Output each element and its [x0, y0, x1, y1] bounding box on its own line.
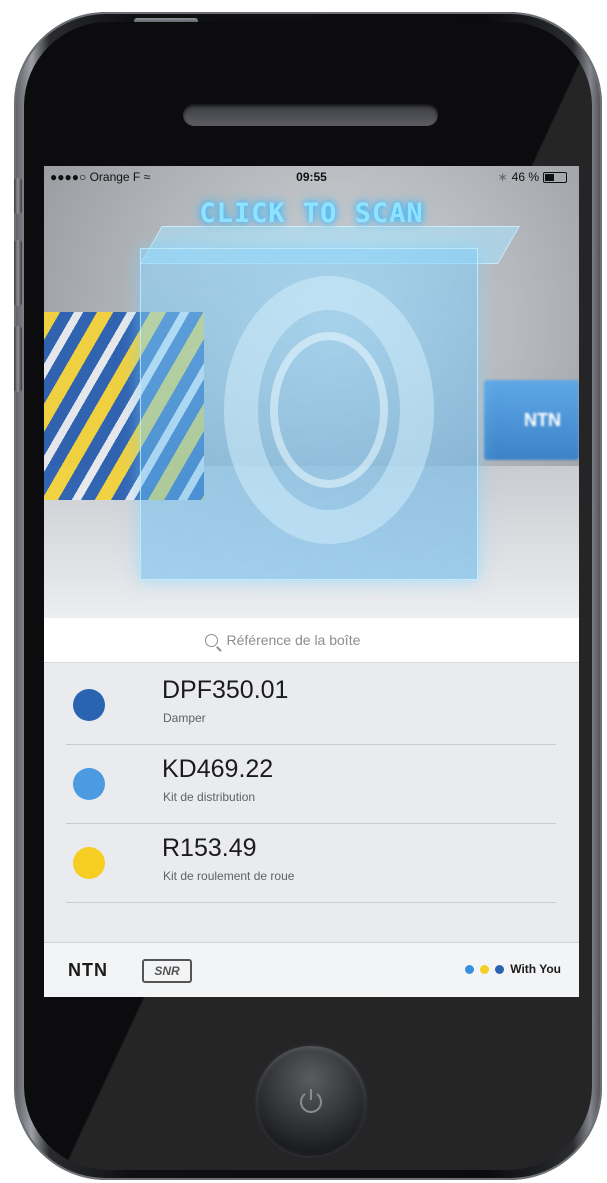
power-icon [300, 1089, 322, 1113]
ntn-box-label: NTN [524, 410, 561, 430]
list-item[interactable]: DPF350.01 Damper [66, 666, 556, 745]
tagline-dot-icon [465, 964, 475, 974]
bearing-ring-inner [270, 332, 388, 488]
snr-logo: SNR [142, 959, 192, 983]
battery-percent: 46 % [511, 170, 539, 184]
list-item[interactable]: KD469.22 Kit de distribution [66, 745, 556, 824]
volume-down-button [14, 326, 22, 392]
app-screen: NTN CLICK TO SCAN ●●●●○ Orange F ≈ 09:55… [44, 166, 579, 997]
mute-switch [14, 178, 22, 214]
item-description: Damper [163, 711, 206, 725]
item-reference: KD469.22 [162, 755, 274, 783]
item-color-dot [73, 768, 105, 800]
battery-fill [545, 173, 554, 181]
earpiece-speaker [183, 104, 438, 126]
scan-hero[interactable]: NTN CLICK TO SCAN [44, 166, 579, 618]
bluetooth-icon: ∗ [497, 170, 508, 184]
search-input[interactable] [224, 631, 419, 649]
with-you-tagline: With You [465, 962, 561, 976]
battery-status: ∗ 46 % [498, 170, 567, 184]
ntn-logo: NTN [68, 960, 108, 980]
status-bar: ●●●●○ Orange F ≈ 09:55 ∗ 46 % [44, 166, 579, 188]
tagline-dot-icon [480, 964, 490, 974]
click-to-scan-button[interactable]: CLICK TO SCAN [44, 198, 579, 229]
volume-up-button [14, 240, 22, 306]
tagline-text: With You [510, 962, 561, 976]
item-reference: DPF350.01 [162, 676, 289, 704]
item-description: Kit de roulement de roue [163, 869, 295, 883]
search-bar[interactable] [44, 618, 579, 663]
search-icon [204, 633, 218, 647]
footer-bar: NTN SNR With You [44, 942, 579, 997]
item-color-dot [73, 847, 105, 879]
item-reference: R153.49 [162, 834, 257, 862]
home-button[interactable] [256, 1046, 366, 1156]
ntn-box-image: NTN [484, 380, 579, 460]
list-item[interactable]: R153.49 Kit de roulement de roue [66, 824, 556, 903]
reference-list: DPF350.01 Damper KD469.22 Kit de distrib… [44, 666, 579, 903]
battery-icon [543, 171, 567, 183]
tagline-dot-icon [495, 964, 505, 974]
item-description: Kit de distribution [163, 790, 256, 804]
item-color-dot [73, 689, 105, 721]
